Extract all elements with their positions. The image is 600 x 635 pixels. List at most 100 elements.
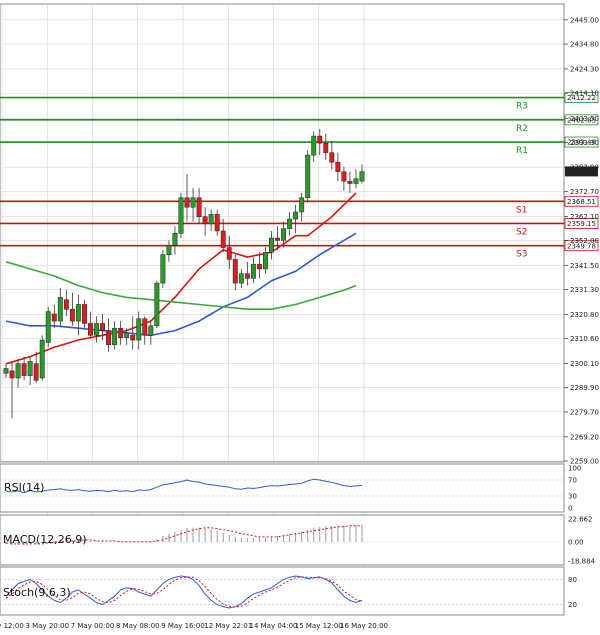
candle bbox=[359, 171, 365, 182]
candle bbox=[142, 318, 148, 336]
candle bbox=[250, 263, 256, 279]
pivot-label-r3: R3 bbox=[516, 102, 528, 112]
rsi-panel-frame bbox=[0, 463, 565, 513]
y-tick-label: 2445.00 bbox=[570, 16, 599, 24]
candle bbox=[45, 311, 51, 343]
candle bbox=[263, 252, 268, 270]
y-tick-label: 2424.30 bbox=[570, 65, 599, 73]
y-tick-label: 2414.10 bbox=[570, 90, 599, 98]
y-tick-label: 2434.80 bbox=[570, 41, 599, 49]
last-price-label: 2381.10 bbox=[567, 168, 596, 176]
pivot-label-r1: R1 bbox=[516, 146, 528, 156]
candle bbox=[269, 237, 274, 253]
candle bbox=[39, 339, 45, 379]
candle bbox=[130, 335, 136, 341]
x-tick-label: 8 May 08:00 bbox=[116, 622, 160, 630]
candle bbox=[317, 135, 323, 144]
candle bbox=[226, 247, 232, 260]
candle bbox=[184, 197, 190, 208]
y-tick-label: 2300.10 bbox=[570, 360, 599, 368]
candle bbox=[238, 273, 244, 284]
x-tick-label: 7 May 00:00 bbox=[71, 622, 115, 630]
candle bbox=[275, 237, 280, 241]
x-tick-label: 3 May 20:00 bbox=[25, 622, 69, 630]
stoch-label: Stoch(9,6,3) bbox=[3, 586, 71, 599]
candle bbox=[57, 297, 63, 322]
x-tick-label: 16 May 20:00 bbox=[340, 622, 388, 630]
y-tick-label: 2372.70 bbox=[570, 188, 599, 196]
candle bbox=[166, 244, 172, 255]
macd-label: MACD(12,26,9) bbox=[3, 533, 87, 546]
rsi-tick-label: 100 bbox=[568, 465, 581, 473]
candle bbox=[347, 180, 353, 184]
candle bbox=[287, 218, 293, 229]
candle bbox=[100, 323, 105, 331]
candle bbox=[51, 313, 57, 322]
y-tick-label: 2352.00 bbox=[570, 237, 599, 245]
candle bbox=[3, 368, 9, 374]
candle bbox=[353, 178, 359, 184]
candle bbox=[15, 363, 21, 379]
candle bbox=[9, 370, 15, 379]
macd-tick-label: 22.662 bbox=[568, 516, 593, 524]
trading-chart: R32412.22R22402.85R12393.49S12368.51S223… bbox=[0, 3, 599, 630]
candle bbox=[220, 230, 226, 248]
candle bbox=[118, 327, 124, 338]
candle bbox=[323, 142, 329, 153]
candle bbox=[293, 211, 299, 220]
y-tick-label: 2269.20 bbox=[570, 433, 599, 441]
y-tick-label: 2393.30 bbox=[570, 139, 599, 147]
candle bbox=[341, 171, 347, 182]
candle bbox=[136, 318, 142, 341]
x-tick-label: 14 May 04:00 bbox=[249, 622, 297, 630]
macd-panel: MACD(12,26,9) bbox=[0, 514, 565, 566]
candle bbox=[299, 197, 305, 213]
rsi-tick-label: 30 bbox=[568, 493, 577, 501]
rsi-label: RSI(14) bbox=[4, 481, 44, 494]
candle bbox=[81, 304, 87, 324]
y-tick-label: 2362.10 bbox=[570, 213, 599, 221]
y-tick-label: 2320.80 bbox=[570, 311, 599, 319]
y-tick-label: 2403.50 bbox=[570, 115, 599, 123]
rsi-tick-label: 70 bbox=[568, 477, 577, 485]
candle bbox=[190, 197, 196, 208]
x-tick-label: 2 May 12:00 bbox=[0, 622, 24, 630]
y-tick-label: 2341.50 bbox=[570, 262, 599, 270]
rsi-tick-label: 0 bbox=[568, 505, 572, 513]
candle bbox=[154, 282, 160, 327]
candle bbox=[27, 361, 33, 376]
candle bbox=[160, 254, 166, 284]
candle bbox=[329, 152, 335, 163]
y-tick-label: 2289.90 bbox=[570, 384, 599, 392]
candle bbox=[106, 330, 112, 346]
y-tick-label: 2331.30 bbox=[570, 286, 599, 294]
candle bbox=[148, 325, 154, 336]
x-tick-label: 15 May 12:00 bbox=[295, 622, 343, 630]
candle bbox=[196, 197, 202, 217]
candle bbox=[172, 233, 178, 246]
x-tick-label: 9 May 16:00 bbox=[161, 622, 205, 630]
x-tick-label: 12 May 22:01 bbox=[204, 622, 252, 630]
stoch-tick-label: 80 bbox=[568, 576, 577, 584]
candle bbox=[311, 135, 317, 156]
pivot-label-s3: S3 bbox=[516, 250, 527, 260]
y-tick-label: 2279.70 bbox=[570, 408, 599, 416]
pivot-label-s2: S2 bbox=[516, 227, 527, 237]
candle bbox=[75, 304, 81, 322]
candle bbox=[178, 197, 184, 234]
candle bbox=[124, 332, 130, 338]
candle bbox=[244, 273, 250, 279]
candle bbox=[256, 263, 262, 270]
macd-tick-label: 0.00 bbox=[568, 538, 584, 546]
candle bbox=[232, 259, 238, 284]
candle bbox=[21, 363, 27, 376]
pivot-label-s1: S1 bbox=[516, 205, 527, 215]
candle bbox=[63, 299, 69, 310]
candle bbox=[208, 214, 214, 225]
rsi-panel: RSI(14) bbox=[0, 463, 565, 513]
pivot-price-s2: 2359.15 bbox=[567, 220, 596, 228]
candle bbox=[202, 216, 208, 225]
y-tick-label: 2310.60 bbox=[570, 335, 599, 343]
stoch-panel: Stoch(9,6,3) bbox=[0, 566, 565, 616]
candle bbox=[305, 154, 311, 198]
